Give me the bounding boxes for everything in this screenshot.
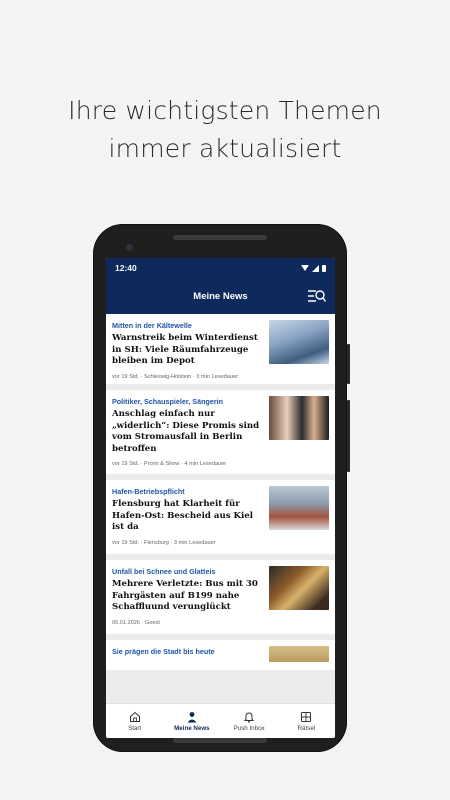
article-meta: vor 19 Std. · Schleswig-Holstein · 3 min… xyxy=(112,373,238,380)
bell-icon xyxy=(243,711,255,723)
power-button xyxy=(347,344,350,384)
home-icon xyxy=(129,711,140,722)
nav-raetsel[interactable]: Rätsel xyxy=(278,704,335,738)
article-card[interactable]: Hafen-Betriebspflicht Flensburg hat Klar… xyxy=(106,480,335,554)
article-card[interactable]: Unfall bei Schnee und Glatteis Mehrere V… xyxy=(106,560,335,634)
article-thumbnail[interactable] xyxy=(269,396,329,440)
menu-search-icon[interactable] xyxy=(308,289,326,303)
app-bar: Meine News xyxy=(106,278,335,314)
puzzle-icon xyxy=(301,711,312,722)
earpiece-speaker xyxy=(173,235,267,240)
status-icons xyxy=(301,264,326,272)
status-bar: 12:40 xyxy=(106,258,335,278)
wifi-icon xyxy=(301,265,309,271)
phone-frame: 12:40 Meine News Mitten in der Kältewell… xyxy=(93,224,350,752)
news-feed[interactable]: Mitten in der Kältewelle Warnstreik beim… xyxy=(106,314,335,704)
bottom-speaker xyxy=(173,738,267,743)
promo-headline-line2: immer aktualisiert xyxy=(108,134,342,163)
volume-button xyxy=(347,400,350,472)
article-title[interactable]: Warnstreik beim Winterdienst in SH: Viel… xyxy=(112,333,262,368)
bottom-navigation: Start Meine News Push Inbox Rätsel xyxy=(106,703,335,738)
nav-meine-news[interactable]: Meine News xyxy=(163,704,220,738)
article-meta: 05.01.2026 · Geest xyxy=(112,619,160,626)
article-meta: vor 19 Std. · Flensburg · 3 min Lesedaue… xyxy=(112,539,216,546)
nav-raetsel-label: Rätsel xyxy=(297,724,316,732)
article-title[interactable]: Anschlag einfach nur „widerlich“: Diese … xyxy=(112,409,262,455)
article-thumbnail[interactable] xyxy=(269,566,329,610)
promo-headline: Ihre wichtigsten Themen immer aktualisie… xyxy=(0,92,450,168)
status-time: 12:40 xyxy=(115,263,137,273)
signal-icon xyxy=(312,264,319,272)
nav-push-inbox-label: Push Inbox xyxy=(233,724,265,732)
battery-icon xyxy=(322,264,326,272)
nav-start[interactable]: Start xyxy=(106,704,163,738)
app-bar-title: Meine News xyxy=(193,290,248,302)
article-thumbnail[interactable] xyxy=(269,486,329,530)
nav-push-inbox[interactable]: Push Inbox xyxy=(221,704,278,738)
article-title[interactable]: Flensburg hat Klarheit für Hafen-Ost: Be… xyxy=(112,499,262,534)
article-thumbnail[interactable] xyxy=(269,646,329,662)
nav-start-label: Start xyxy=(128,724,142,732)
nav-meine-news-label: Meine News xyxy=(174,724,210,732)
article-title[interactable]: Mehrere Verletzte: Bus mit 30 Fahrgästen… xyxy=(112,579,262,614)
article-card[interactable]: Mitten in der Kältewelle Warnstreik beim… xyxy=(106,314,335,384)
article-thumbnail[interactable] xyxy=(269,320,329,364)
promo-headline-line1: Ihre wichtigsten Themen xyxy=(68,96,382,125)
article-meta: vor 19 Std. · Promi & Show · 4 min Lesed… xyxy=(112,461,227,467)
article-card[interactable]: Politiker, Schauspieler, Sängerin Anschl… xyxy=(106,390,335,474)
phone-screen: 12:40 Meine News Mitten in der Kältewell… xyxy=(106,258,335,738)
front-camera xyxy=(126,244,133,251)
person-icon xyxy=(187,711,197,722)
article-card[interactable]: Sie prägen die Stadt bis heute xyxy=(106,640,335,670)
